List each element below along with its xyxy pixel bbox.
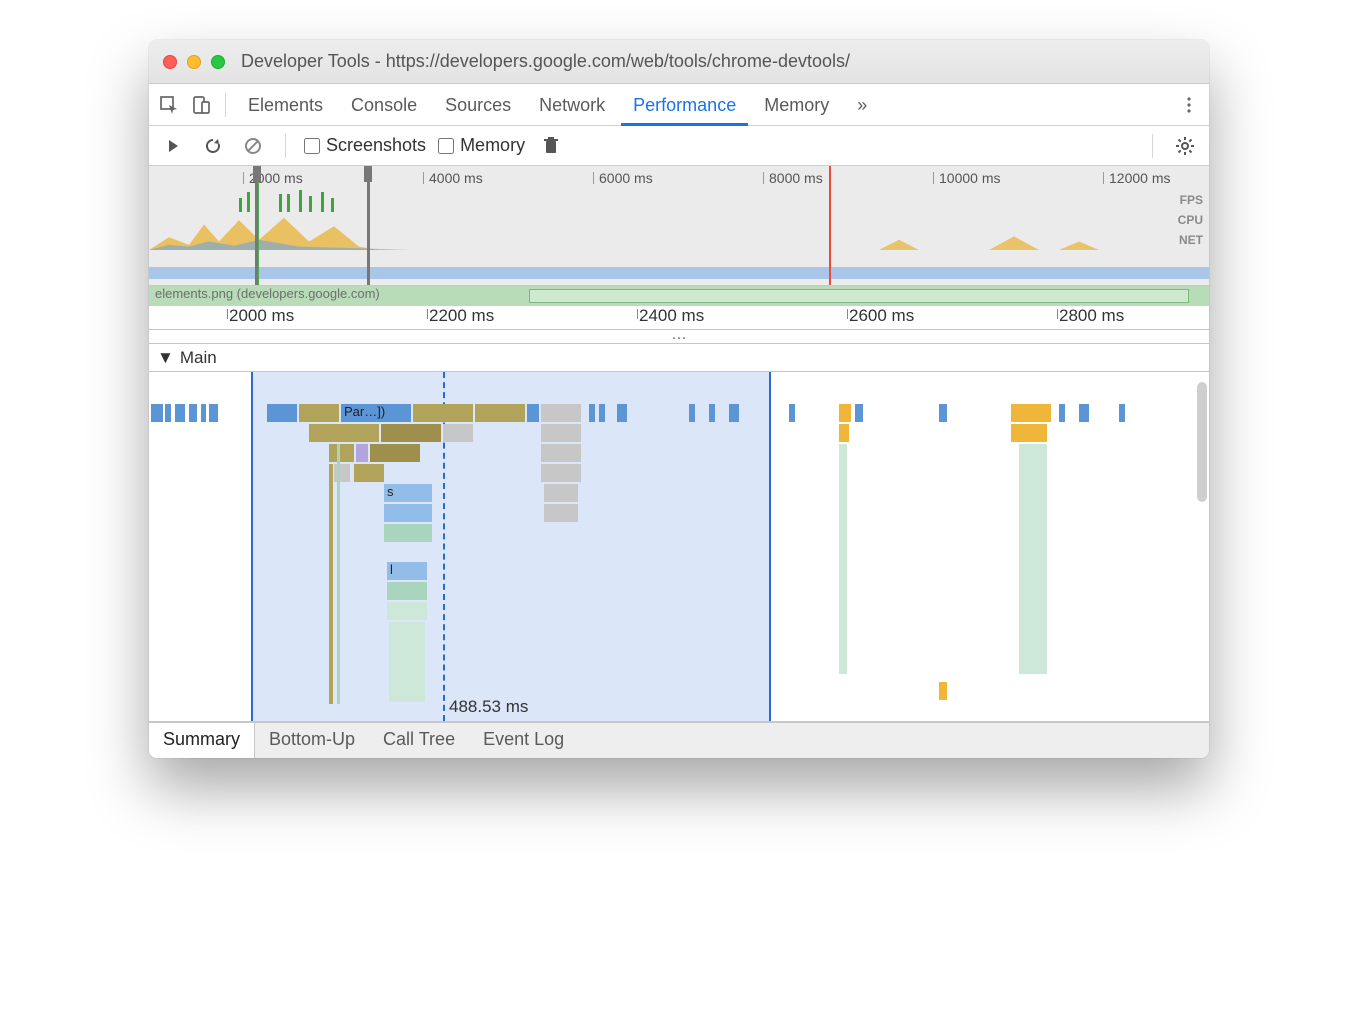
ov-tick: 6000 ms	[599, 170, 653, 186]
device-toggle-icon[interactable]	[187, 91, 215, 119]
separator	[1152, 134, 1153, 158]
reload-icon[interactable]	[199, 132, 227, 160]
inspect-icon[interactable]	[155, 91, 183, 119]
network-item-label: elements.png (developers.google.com)	[155, 286, 380, 301]
ms-tick: 2600 ms	[849, 306, 914, 326]
screenshots-checkbox[interactable]: Screenshots	[304, 135, 426, 156]
performance-toolbar: Screenshots Memory	[149, 126, 1209, 166]
record-icon[interactable]	[159, 132, 187, 160]
tab-memory[interactable]: Memory	[752, 86, 841, 123]
window-controls	[163, 55, 225, 69]
kebab-menu-icon[interactable]	[1175, 91, 1203, 119]
gear-icon[interactable]	[1171, 132, 1199, 160]
ov-tick: 12000 ms	[1109, 170, 1170, 186]
ov-tick: 8000 ms	[769, 170, 823, 186]
ms-tick: 2800 ms	[1059, 306, 1124, 326]
selection-handle-left[interactable]	[253, 166, 261, 182]
main-track-header[interactable]: ▼ Main	[149, 344, 1209, 372]
tabs-overflow-button[interactable]: »	[845, 86, 879, 123]
separator	[225, 93, 226, 117]
ms-tick: 2400 ms	[639, 306, 704, 326]
overview-selection[interactable]	[255, 166, 370, 285]
selection-handle-right[interactable]	[364, 166, 372, 182]
tab-summary[interactable]: Summary	[149, 723, 255, 758]
close-icon[interactable]	[163, 55, 177, 69]
tab-sources[interactable]: Sources	[433, 86, 523, 123]
memory-label: Memory	[460, 135, 525, 156]
panel-tabs: Elements Console Sources Network Perform…	[149, 84, 1209, 126]
tab-call-tree[interactable]: Call Tree	[369, 723, 469, 758]
minimize-icon[interactable]	[187, 55, 201, 69]
tab-bottom-up[interactable]: Bottom-Up	[255, 723, 369, 758]
selection-duration: 488.53 ms	[449, 697, 528, 717]
tab-network[interactable]: Network	[527, 86, 617, 123]
detail-ruler-area: elements.png (developers.google.com) 200…	[149, 286, 1209, 330]
screenshots-input[interactable]	[304, 138, 320, 154]
devtools-window: Developer Tools - https://developers.goo…	[149, 40, 1209, 758]
detail-ruler: 2000 ms 2200 ms 2400 ms 2600 ms 2800 ms	[149, 306, 1209, 328]
ov-tick: 10000 ms	[939, 170, 1000, 186]
collapsed-tracks-row[interactable]: …	[149, 330, 1209, 344]
separator	[285, 134, 286, 158]
details-tabs: Summary Bottom-Up Call Tree Event Log	[149, 722, 1209, 758]
flame-bar-s[interactable]: s	[384, 484, 432, 502]
ms-tick: 2200 ms	[429, 306, 494, 326]
memory-checkbox[interactable]: Memory	[438, 135, 525, 156]
flame-bar-parse[interactable]: Par…])	[341, 404, 411, 422]
flame-chart[interactable]: 488.53 ms Par…])	[149, 372, 1209, 722]
overview-marker-red	[829, 166, 831, 285]
clear-icon[interactable]	[239, 132, 267, 160]
window-title: Developer Tools - https://developers.goo…	[241, 51, 850, 72]
tab-performance[interactable]: Performance	[621, 86, 748, 126]
titlebar: Developer Tools - https://developers.goo…	[149, 40, 1209, 84]
tab-console[interactable]: Console	[339, 86, 429, 123]
main-track-label: Main	[180, 348, 217, 368]
screenshots-label: Screenshots	[326, 135, 426, 156]
overview-strip[interactable]: 2000 ms 4000 ms 6000 ms 8000 ms 10000 ms…	[149, 166, 1209, 286]
flame-bar-l[interactable]: l	[387, 562, 427, 580]
memory-input[interactable]	[438, 138, 454, 154]
tab-elements[interactable]: Elements	[236, 86, 335, 123]
network-row[interactable]: elements.png (developers.google.com)	[149, 286, 1209, 306]
ms-tick: 2000 ms	[229, 306, 294, 326]
vertical-scrollbar[interactable]	[1197, 382, 1207, 502]
chevron-down-icon: ▼	[157, 348, 174, 368]
zoom-icon[interactable]	[211, 55, 225, 69]
tab-event-log[interactable]: Event Log	[469, 723, 578, 758]
ov-tick: 4000 ms	[429, 170, 483, 186]
trash-icon[interactable]	[537, 132, 565, 160]
